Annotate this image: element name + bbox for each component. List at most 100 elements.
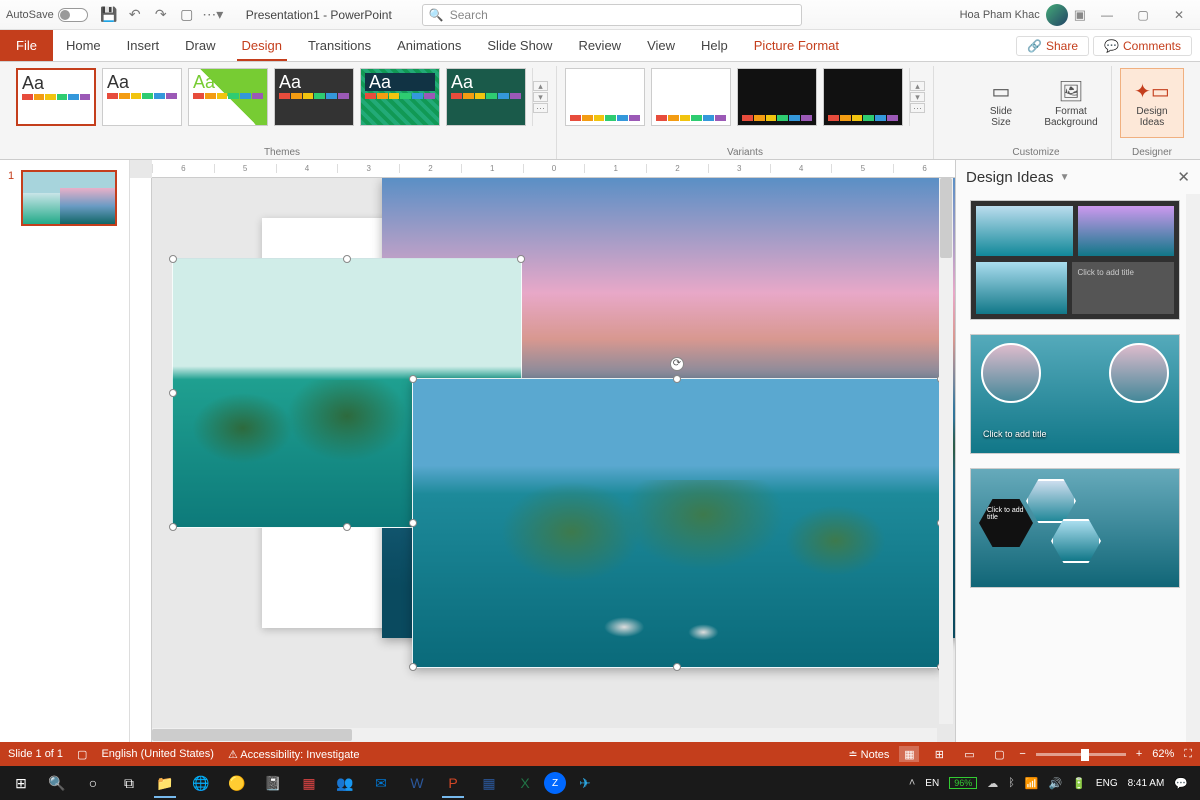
picture-front-selected[interactable]: ⟳	[412, 378, 942, 668]
tab-review[interactable]: Review	[565, 30, 634, 61]
slide-count[interactable]: Slide 1 of 1	[8, 748, 63, 760]
resize-handle[interactable]	[673, 663, 681, 671]
rotate-handle[interactable]: ⟳	[670, 357, 684, 371]
excel-icon[interactable]: X	[508, 768, 542, 798]
spellcheck-icon[interactable]: ▢	[77, 748, 87, 761]
resize-handle[interactable]	[409, 375, 417, 383]
avatar[interactable]	[1046, 4, 1068, 26]
resize-handle[interactable]	[517, 255, 525, 263]
chrome-icon[interactable]: 🟡	[220, 768, 254, 798]
tab-animations[interactable]: Animations	[384, 30, 474, 61]
fit-to-window-icon[interactable]: ⛶	[1184, 748, 1192, 761]
zoom-slider[interactable]	[1036, 753, 1126, 756]
variant-thumb-1[interactable]	[565, 68, 645, 126]
resize-handle[interactable]	[169, 523, 177, 531]
horizontal-ruler[interactable]: 6543210123456	[152, 160, 955, 178]
maximize-button[interactable]: ▢	[1128, 8, 1158, 22]
scrollbar-thumb[interactable]	[940, 178, 952, 258]
reading-view-icon[interactable]: ▭	[959, 746, 979, 762]
vertical-ruler[interactable]	[130, 178, 152, 742]
onenote-icon[interactable]: 📓	[256, 768, 290, 798]
normal-view-icon[interactable]: ▦	[899, 746, 919, 762]
tab-design[interactable]: Design	[229, 30, 295, 61]
sorter-view-icon[interactable]: ⊞	[929, 746, 949, 762]
tab-picture-format[interactable]: Picture Format	[741, 30, 852, 61]
word-icon[interactable]: W	[400, 768, 434, 798]
start-from-beginning-icon[interactable]: ▢	[176, 4, 198, 26]
theme-thumb-2[interactable]: Aa	[102, 68, 182, 126]
wifi-icon[interactable]: 📶	[1025, 777, 1039, 790]
variant-thumb-3[interactable]	[737, 68, 817, 126]
accessibility-status[interactable]: ⚠ Accessibility: Investigate	[228, 748, 360, 761]
notes-button[interactable]: ≐ Notes	[848, 748, 889, 761]
file-explorer-icon[interactable]: 📁	[148, 768, 182, 798]
edge-icon[interactable]: 🌐	[184, 768, 218, 798]
zoom-in-button[interactable]: +	[1136, 748, 1142, 760]
design-ideas-list[interactable]: Click to add title Click to add title Cl…	[956, 194, 1186, 742]
redo-icon[interactable]: ↷	[150, 4, 172, 26]
tab-insert[interactable]: Insert	[114, 30, 173, 61]
share-button[interactable]: 🔗Share	[1016, 36, 1089, 56]
battery-status[interactable]: 96%	[949, 777, 977, 789]
pane-scrollbar[interactable]	[1186, 194, 1200, 742]
search-input[interactable]: 🔍 Search	[422, 4, 802, 26]
taskbar-search-icon[interactable]: 🔍	[40, 768, 74, 798]
resize-handle[interactable]	[169, 255, 177, 263]
tab-slideshow[interactable]: Slide Show	[474, 30, 565, 61]
resize-handle[interactable]	[673, 375, 681, 383]
close-button[interactable]: ✕	[1164, 8, 1194, 22]
tab-draw[interactable]: Draw	[172, 30, 228, 61]
slide-thumbnail-1[interactable]	[21, 170, 117, 226]
autosave-toggle[interactable]	[58, 8, 88, 22]
tab-file[interactable]: File	[0, 30, 53, 61]
app-icon[interactable]: ▦	[292, 768, 326, 798]
undo-icon[interactable]: ↶	[124, 4, 146, 26]
design-idea-3[interactable]: Click to add title	[970, 468, 1180, 588]
format-background-button[interactable]: 🖼Format Background	[1039, 68, 1103, 138]
canvas-area[interactable]: ⟳	[152, 178, 955, 742]
slide-size-button[interactable]: ▭Slide Size	[969, 68, 1033, 138]
slideshow-view-icon[interactable]: ▢	[989, 746, 1009, 762]
tab-transitions[interactable]: Transitions	[295, 30, 384, 61]
theme-thumb-3[interactable]: Aa	[188, 68, 268, 126]
user-name[interactable]: Hoa Pham Khac	[960, 9, 1040, 21]
design-ideas-button[interactable]: ✦▭Design Ideas	[1120, 68, 1184, 138]
resize-handle[interactable]	[343, 523, 351, 531]
zoom-level[interactable]: 62%	[1152, 748, 1174, 760]
variant-thumb-4[interactable]	[823, 68, 903, 126]
variants-gallery-more[interactable]: ▴▾⋯	[909, 68, 925, 126]
minimize-button[interactable]: —	[1092, 8, 1122, 22]
qat-more-icon[interactable]: ⋯▾	[202, 4, 224, 26]
app-icon[interactable]: ▦	[472, 768, 506, 798]
volume-icon[interactable]: 🔊	[1049, 777, 1063, 790]
outlook-icon[interactable]: ✉	[364, 768, 398, 798]
variant-thumb-2[interactable]	[651, 68, 731, 126]
scrollbar-thumb[interactable]	[152, 729, 352, 741]
teams-icon[interactable]: 👥	[328, 768, 362, 798]
zalo-icon[interactable]: Z	[544, 772, 566, 794]
battery-icon[interactable]: 🔋	[1072, 777, 1086, 790]
resize-handle[interactable]	[343, 255, 351, 263]
cortana-icon[interactable]: ○	[76, 768, 110, 798]
horizontal-scrollbar[interactable]	[152, 728, 937, 742]
bluetooth-icon[interactable]: ᛒ	[1008, 777, 1015, 789]
design-idea-2[interactable]: Click to add title	[970, 334, 1180, 454]
tab-home[interactable]: Home	[53, 30, 114, 61]
resize-handle[interactable]	[409, 663, 417, 671]
pane-options-icon[interactable]: ▼	[1060, 172, 1070, 183]
resize-handle[interactable]	[409, 519, 417, 527]
tab-view[interactable]: View	[634, 30, 688, 61]
tab-help[interactable]: Help	[688, 30, 741, 61]
theme-thumb-1[interactable]: Aa	[16, 68, 96, 126]
start-button[interactable]: ⊞	[4, 768, 38, 798]
ribbon-display-options-icon[interactable]: ▣	[1074, 7, 1086, 23]
pane-close-icon[interactable]: ✕	[1177, 168, 1190, 186]
vertical-scrollbar[interactable]	[939, 178, 953, 724]
resize-handle[interactable]	[169, 389, 177, 397]
design-idea-1[interactable]: Click to add title	[970, 200, 1180, 320]
taskbar-lang-short[interactable]: EN	[925, 778, 939, 789]
comments-button[interactable]: 💬Comments	[1093, 36, 1192, 56]
language-status[interactable]: English (United States)	[101, 748, 214, 760]
powerpoint-icon[interactable]: P	[436, 768, 470, 798]
taskbar-chevron-icon[interactable]: ˄	[909, 777, 915, 789]
